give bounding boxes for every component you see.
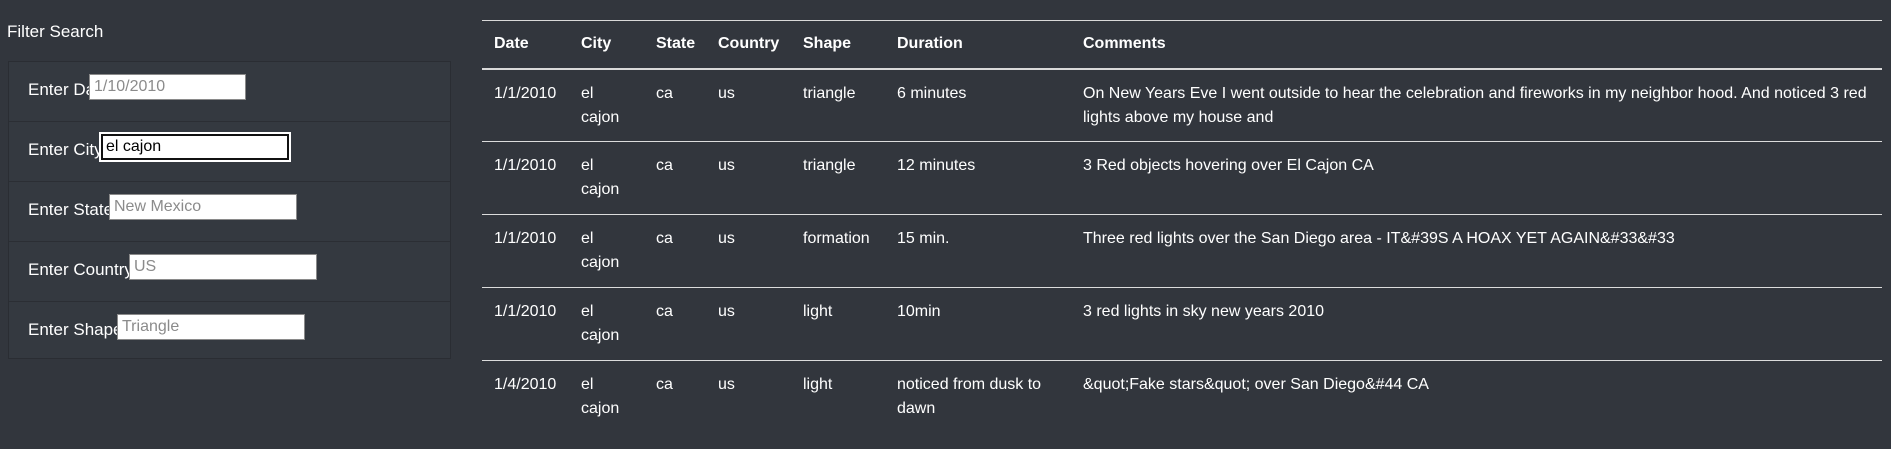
date-cell: 1/1/2010 (482, 214, 569, 288)
country-column-header: Country (706, 20, 791, 70)
filter-row-country: Enter Country (9, 242, 450, 302)
state-cell: ca (644, 287, 706, 361)
city-cell: el cajon (581, 376, 620, 417)
ufo-sightings-page: Filter Search Enter Date Enter City Ente… (0, 0, 1891, 449)
state-cell: ca (644, 68, 706, 142)
sightings-table: Date City State Country Shape Duration C… (482, 20, 1882, 434)
filter-form: Enter Date Enter City Enter State Enter … (8, 61, 451, 359)
comments-cell: Three red lights over the San Diego area… (1071, 214, 1882, 288)
filter-row-date: Enter Date (9, 62, 450, 122)
filter-title: Filter Search (7, 22, 104, 41)
table-row: 1/1/2010 el cajon ca us light 10min 3 re… (482, 287, 1882, 361)
comments-cell: &quot;Fake stars&quot; over San Diego&#4… (1083, 376, 1429, 393)
shape-cell: triangle (791, 68, 885, 142)
sightings-table-container: Date City State Country Shape Duration C… (482, 20, 1882, 435)
country-cell: us (706, 68, 791, 142)
date-cell: 1/1/2010 (482, 68, 569, 142)
country-input[interactable] (129, 254, 317, 280)
date-cell: 1/1/2010 (482, 287, 569, 361)
shape-cell: formation (791, 214, 885, 288)
filter-row-state: Enter State (9, 182, 450, 242)
comments-column-header: Comments (1071, 20, 1882, 70)
date-cell: 1/4/2010 (494, 376, 557, 393)
shape-input[interactable] (117, 314, 305, 340)
table-header-row: Date City State Country Shape Duration C… (482, 20, 1882, 70)
city-cell: el cajon (569, 68, 644, 142)
country-label: Enter Country (28, 260, 133, 279)
city-cell: el cajon (569, 214, 644, 288)
state-cell: ca (644, 141, 706, 215)
shape-cell: triangle (791, 141, 885, 215)
state-column-header: State (644, 20, 706, 70)
shape-cell: light (803, 376, 833, 393)
shape-cell: light (791, 287, 885, 361)
city-column-header: City (569, 20, 644, 70)
duration-cell: 12 minutes (885, 141, 1071, 215)
city-cell: el cajon (569, 287, 644, 361)
table-row: 1/1/2010 el cajon ca us triangle 12 minu… (482, 141, 1882, 215)
country-cell: us (706, 214, 791, 288)
comments-cell: On New Years Eve I went outside to hear … (1071, 68, 1882, 142)
state-cell: ca (644, 214, 706, 288)
filter-panel: Filter Search Enter Date Enter City Ente… (0, 0, 460, 449)
city-input[interactable] (101, 134, 289, 160)
duration-column-header: Duration (885, 20, 1071, 70)
state-label: Enter State (28, 200, 114, 219)
state-cell: ca (656, 376, 673, 393)
table-row: 1/4/2010 el cajon ca us light noticed fr… (482, 361, 1882, 434)
country-cell: us (718, 376, 735, 393)
shape-label: Enter Shape (28, 320, 123, 339)
shape-column-header: Shape (791, 20, 885, 70)
table-row: 1/1/2010 el cajon ca us triangle 6 minut… (482, 68, 1882, 142)
duration-cell: 15 min. (885, 214, 1071, 288)
country-cell: us (706, 287, 791, 361)
comments-cell: 3 Red objects hovering over El Cajon CA (1071, 141, 1882, 215)
filter-row-city: Enter City (9, 122, 450, 182)
duration-cell: 10min (885, 287, 1071, 361)
city-cell: el cajon (569, 141, 644, 215)
state-input[interactable] (109, 194, 297, 220)
duration-cell: noticed from dusk to dawn (897, 376, 1042, 417)
table-row: 1/1/2010 el cajon ca us formation 15 min… (482, 214, 1882, 288)
date-cell: 1/1/2010 (482, 141, 569, 215)
comments-cell: 3 red lights in sky new years 2010 (1071, 287, 1882, 361)
date-input[interactable] (89, 74, 246, 100)
filter-row-shape: Enter Shape (9, 302, 450, 362)
duration-cell: 6 minutes (885, 68, 1071, 142)
city-label: Enter City (28, 140, 103, 159)
country-cell: us (706, 141, 791, 215)
date-column-header: Date (482, 20, 569, 70)
